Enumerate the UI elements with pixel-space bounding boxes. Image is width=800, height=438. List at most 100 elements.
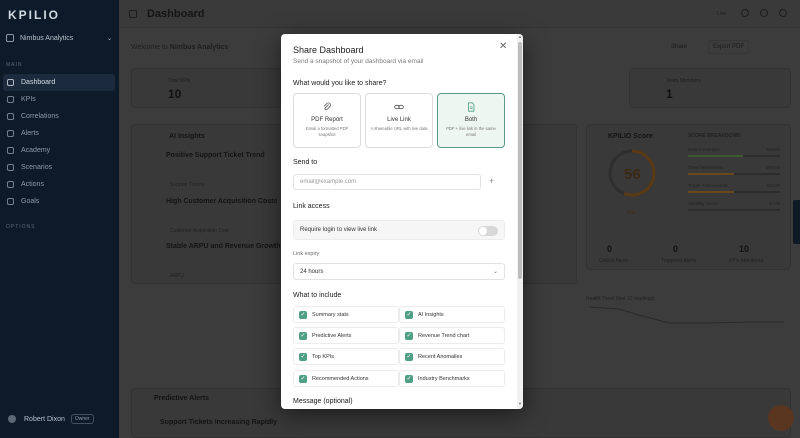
academy-icon (7, 147, 14, 154)
include-ai-insights[interactable]: ✓ AI Insights (399, 306, 505, 323)
sidebar-item-label: Goals (21, 198, 40, 205)
option-desc: PDF + live link in the same email (446, 126, 496, 137)
correlations-icon (7, 113, 14, 120)
options-section-label: OPTIONS (6, 224, 36, 230)
link-expiry-value: 24 hours (300, 269, 324, 275)
option-both[interactable]: Both PDF + live link in the same email (437, 93, 505, 148)
email-input[interactable] (293, 174, 481, 190)
breakdown-fill (688, 155, 744, 157)
sidebar-item-label: KPIs (21, 96, 36, 103)
include-predictive-alerts[interactable]: ✓ Predictive Alerts (293, 327, 399, 344)
include-label: Recent Anomalies (418, 354, 463, 360)
bell-icon[interactable] (741, 9, 749, 17)
option-live-link[interactable]: Live Link A shareable URL with live data (365, 93, 433, 148)
mini-stat-label: Triggered Alerts (661, 258, 697, 264)
health-trend-title: Health Trend (last 10 readings) (586, 296, 655, 302)
chevron-down-icon: ⌄ (106, 35, 112, 42)
nav-section-label: MAIN (6, 62, 23, 68)
close-icon[interactable]: ✕ (499, 41, 507, 52)
sidebar-item-dashboard[interactable]: Dashboard (3, 74, 115, 91)
sidebar-item-actions[interactable]: Actions (3, 176, 115, 193)
sidebar-item-academy[interactable]: Academy (3, 142, 115, 159)
include-label: Top KPIs (312, 354, 335, 360)
mini-stat-label: KPIs Monitored (729, 258, 764, 264)
include-revenue-trend[interactable]: ✓ Revenue Trend chart (399, 327, 505, 344)
checkbox-checked-icon: ✓ (299, 332, 307, 340)
link-expiry-select[interactable]: 24 hours ⌄ (293, 263, 505, 280)
option-desc: Email a formatted PDF snapshot (305, 126, 349, 137)
alert-icon (7, 130, 14, 137)
scroll-up-icon[interactable]: ▲ (517, 34, 523, 39)
include-recent-anomalies[interactable]: ✓ Recent Anomalies (399, 348, 505, 365)
checkbox-checked-icon: ✓ (405, 332, 413, 340)
user-icon[interactable] (779, 9, 787, 17)
option-label: PDF Report (311, 117, 343, 123)
option-desc: A shareable URL with live data (370, 126, 428, 131)
help-icon[interactable] (760, 9, 768, 17)
dashboard-icon (7, 79, 14, 86)
export-pdf-button[interactable]: Export PDF (708, 40, 750, 54)
require-login-label: Require login to view live link (300, 227, 378, 233)
include-summary-stats[interactable]: ✓ Summary stats (293, 306, 399, 323)
stat-card-team-members: Team Members 1 (629, 68, 791, 108)
predictive-row: Support Tickets Increasing Rapidly (160, 419, 277, 426)
sidebar-item-label: Academy (21, 147, 51, 154)
option-label: Live Link (387, 117, 411, 123)
breakdown-list: Data Freshness 60/100 Trend Momentum 50/10… (688, 147, 780, 227)
export-label: Export PDF (713, 44, 745, 50)
score-card: KPILIO Score 56 Fair SCORE BREAKDOWN Dat… (586, 124, 791, 270)
scroll-down-icon[interactable]: ▼ (517, 401, 523, 406)
toggle-knob (479, 227, 487, 235)
score-grade: Fair (627, 210, 636, 216)
breakdown-label: Volatility Score (688, 201, 718, 206)
sidebar-item-kpis[interactable]: KPIs (3, 91, 115, 108)
goals-icon (7, 198, 14, 205)
include-recommended-actions[interactable]: ✓ Recommended Actions (293, 370, 399, 387)
role-badge: Owner (70, 414, 94, 424)
include-top-kpis[interactable]: ✓ Top KPIs (293, 348, 399, 365)
sidebar-toggle-icon[interactable] (129, 10, 137, 18)
insight-tag: ARPU (170, 273, 184, 279)
sidebar-item-scenarios[interactable]: Scenarios (3, 159, 115, 176)
include-industry-benchmarks[interactable]: ✓ Industry Benchmarks (399, 370, 505, 387)
feedback-tab[interactable] (793, 200, 800, 244)
require-login-row: Require login to view live link (293, 220, 505, 240)
workspace-switcher[interactable]: Nimbus Analytics ⌄ (6, 30, 112, 46)
checkbox-checked-icon: ✓ (299, 375, 307, 383)
sidebar-item-label: Actions (21, 181, 44, 188)
scenarios-icon (7, 164, 14, 171)
welcome-prefix: Welcome to (131, 44, 168, 51)
modal-title: Share Dashboard (293, 45, 364, 55)
mini-stat-value: 0 (607, 244, 613, 254)
share-button[interactable]: Share (667, 40, 691, 54)
sidebar-item-label: Alerts (21, 130, 39, 137)
breakdown-label: Data Freshness (688, 147, 720, 152)
scrollbar-thumb[interactable] (518, 42, 522, 279)
ai-insights-title: AI Insights (169, 133, 205, 140)
chevron-down-icon: ⌄ (493, 269, 499, 275)
checkbox-checked-icon: ✓ (405, 353, 413, 361)
assistant-fab[interactable] (768, 405, 794, 431)
insight-title: Stable ARPU and Revenue Growth (166, 243, 281, 250)
require-login-toggle[interactable] (478, 226, 498, 236)
checkbox-checked-icon: ✓ (405, 311, 413, 319)
user-profile[interactable]: Robert Dixon Owner (8, 414, 114, 424)
insight-title: Positive Support Ticket Trend (166, 152, 265, 159)
breakdown-value: 50/100 (766, 183, 780, 188)
stat-value: 1 (666, 87, 673, 101)
add-recipient-button[interactable]: + (489, 176, 494, 186)
sidebar-nav: Dashboard KPIs Correlations Alerts Acade… (3, 74, 115, 210)
option-pdf-report[interactable]: PDF Report Email a formatted PDF snapsho… (293, 93, 361, 148)
breakdown-value: 50/100 (766, 165, 780, 170)
sidebar: KPILIO Nimbus Analytics ⌄ MAIN Dashboard… (0, 0, 119, 438)
sidebar-item-goals[interactable]: Goals (3, 193, 115, 210)
modal-scrollbar[interactable]: ▲ ▼ (517, 34, 523, 409)
include-title: What to include (293, 292, 342, 299)
include-label: Summary stats (312, 312, 349, 318)
avatar (8, 415, 16, 423)
breakdown-value: 0/100 (768, 201, 780, 206)
mini-stat-value: 0 (673, 244, 679, 254)
user-name: Robert Dixon (24, 415, 65, 423)
sidebar-item-alerts[interactable]: Alerts (3, 125, 115, 142)
sidebar-item-correlations[interactable]: Correlations (3, 108, 115, 125)
